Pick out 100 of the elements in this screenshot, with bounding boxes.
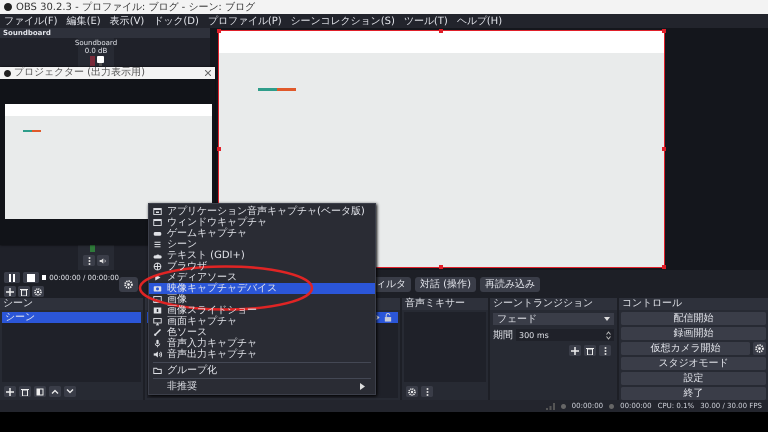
menu-item[interactable]: ゲームキャプチャ [149,228,375,239]
menu-item[interactable]: 映像キャプチャデバイス [149,283,375,294]
interact-button[interactable]: 対話 (操作) [415,276,476,292]
settings-button[interactable] [406,386,418,397]
menu-item[interactable]: 音声出力キャプチャ [149,349,375,360]
menu-item[interactable]: ファイル(F) [4,14,58,28]
menu-item[interactable]: ツール(T) [404,14,448,28]
half-square-icon [36,388,44,396]
control-button[interactable]: 仮想カメラ開始 [621,342,750,355]
pause-icon [8,274,16,282]
chevron-up-icon [51,389,59,394]
move-down-button[interactable] [64,386,76,397]
microphone-icon [153,339,162,348]
camera-icon [153,284,162,293]
brush-icon [153,328,162,337]
more-options-button[interactable] [83,255,95,266]
scene-item[interactable]: シーン [2,312,141,323]
delete-button[interactable] [584,345,596,356]
menu-item[interactable]: プロファイル(P) [208,14,282,28]
app-logo-icon [4,3,12,11]
duration-label: 期間 [493,328,513,342]
slider-thumb[interactable] [97,56,104,63]
dock-title: シーン [0,298,143,310]
control-button[interactable]: 録画開始 [621,327,766,340]
more-options-button[interactable] [599,345,611,356]
resize-handle[interactable] [216,146,220,150]
menu-item[interactable]: 画像 [149,294,375,305]
pause-button[interactable] [4,272,20,283]
gear-icon [124,280,133,288]
plus-icon [571,346,579,354]
stream-status-icon [560,404,566,408]
unlocked-icon[interactable] [384,313,392,322]
signal-icon [546,402,555,410]
menu-item[interactable]: アプリケーション音声キャプチャ(ベータ版) [149,206,375,217]
transition-dropdown[interactable]: フェード [493,313,614,325]
window-title: OBS 30.2.3 - プロファイル: ブログ - シーン: ブログ [16,0,255,14]
gamepad-icon [153,229,162,238]
menu-item[interactable]: テキスト (GDI+) [149,250,375,261]
gear-icon [408,388,416,396]
add-button[interactable] [569,345,581,356]
menu-item[interactable]: 色ソース [149,327,375,338]
menu-item[interactable]: 表示(V) [110,14,144,28]
window-icon [153,207,162,216]
properties-button[interactable] [119,276,138,292]
volume-meter [90,56,95,66]
caret-icon [604,317,610,321]
submenu-arrow-icon [360,383,365,390]
settings-button[interactable] [753,342,766,355]
control-button[interactable]: スタジオモード [621,357,766,370]
control-button[interactable]: 終了 [621,387,766,400]
stop-button[interactable] [23,272,40,283]
volume-slider[interactable] [99,56,102,66]
menu-item[interactable]: シーン [149,239,375,250]
add-button[interactable] [4,286,16,297]
folder-icon [153,366,162,375]
refresh-button[interactable]: 再読み込み [480,276,540,292]
more-options-button[interactable] [421,386,433,397]
speaker-icon [153,350,162,359]
plus-icon [6,288,14,296]
dock-title: シーントランジション [490,298,617,310]
menu-item[interactable]: 非推奨 [149,381,375,392]
resize-handle[interactable] [662,146,666,150]
resize-handle[interactable] [439,264,443,268]
menu-item[interactable]: ヘルプ(H) [456,14,502,28]
menu-item[interactable]: シーンコレクション(S) [290,14,395,28]
menu-item[interactable]: 画面キャプチャ [149,316,375,327]
list-icon [153,240,162,249]
menu-item[interactable]: 音声入力キャプチャ [149,338,375,349]
menu-item[interactable]: ウィンドウキャプチャ [149,217,375,228]
menu-item[interactable]: ドック(D) [153,14,199,28]
trash-icon [20,288,28,296]
gear-icon [755,344,764,353]
menu-item[interactable]: グループ化 [149,365,375,376]
slideshow-icon [153,306,162,315]
close-icon[interactable] [205,70,211,76]
line-drawing [23,130,41,132]
monitor-icon [153,317,162,326]
globe-icon [153,262,162,271]
dock-title: 音声ミキサー [402,298,488,310]
control-button[interactable]: 配信開始 [621,312,766,325]
move-up-button[interactable] [49,386,61,397]
line-drawing [258,88,296,91]
app-logo-icon [4,70,11,76]
settings-button[interactable] [32,286,44,297]
duration-field[interactable]: 300 ms [516,329,614,341]
resize-handle[interactable] [216,28,220,32]
plus-icon [6,388,14,396]
menu-item[interactable]: 編集(E) [66,14,101,28]
chevron-down-icon [66,389,74,394]
mute-button[interactable] [97,255,109,266]
control-button[interactable]: 設定 [621,372,766,385]
filter-button[interactable] [34,386,46,397]
gear-icon [34,288,42,296]
delete-button[interactable] [19,386,31,397]
trash-icon [21,388,29,396]
add-button[interactable] [4,386,16,397]
delete-button[interactable] [18,286,30,297]
resize-handle[interactable] [439,28,443,32]
resize-handle[interactable] [662,264,666,268]
resize-handle[interactable] [662,28,666,32]
